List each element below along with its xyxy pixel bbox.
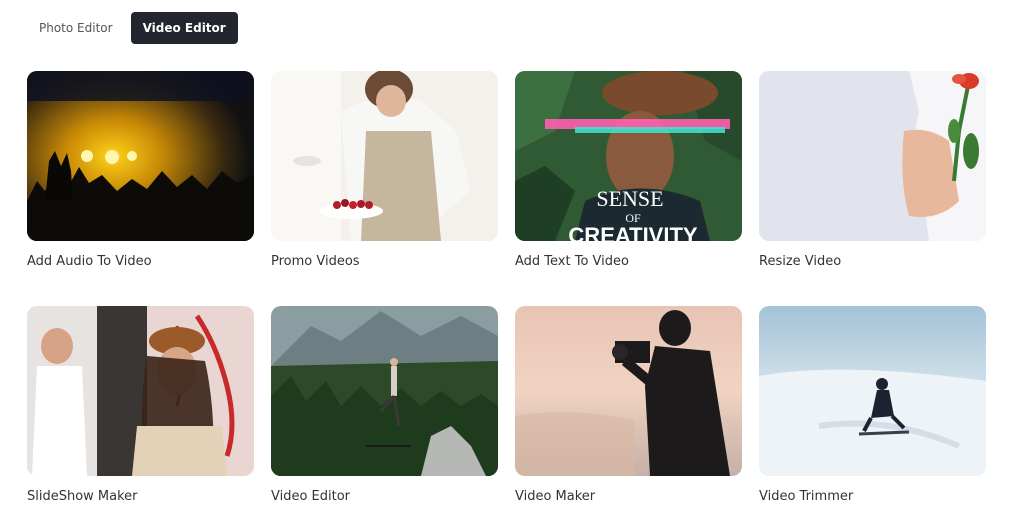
tab-photo-editor[interactable]: Photo Editor (27, 12, 125, 44)
card-label: Add Text To Video (515, 254, 629, 269)
card-resize-video[interactable]: Resize Video (759, 71, 986, 270)
snowboarder-image (759, 306, 986, 476)
concert-crowd-image (27, 71, 254, 241)
card-add-text-to-video[interactable]: SENSE OF CREATIVITY Add Text To Video (515, 71, 742, 270)
card-video-editor[interactable]: Video Editor (271, 306, 498, 505)
hand-holding-flower-image (759, 71, 986, 241)
mountain-forest-yoga-image (271, 306, 498, 476)
card-label: Add Audio To Video (27, 254, 152, 269)
editor-tabs: Photo Editor Video Editor (27, 12, 238, 44)
tool-grid: Add Audio To Video Promo Videos SENSE OF… (27, 71, 986, 505)
woman-baking-image (271, 71, 498, 241)
card-label: Video Maker (515, 489, 596, 504)
card-add-audio-to-video[interactable]: Add Audio To Video (27, 71, 254, 270)
man-with-hat-text-image: SENSE OF CREATIVITY (515, 71, 742, 241)
overlay-text-sense: SENSE (596, 186, 663, 211)
card-promo-videos[interactable]: Promo Videos (271, 71, 498, 270)
card-video-trimmer[interactable]: Video Trimmer (759, 306, 986, 505)
card-label: Promo Videos (271, 254, 360, 269)
tab-video-editor[interactable]: Video Editor (130, 12, 238, 44)
card-slideshow-maker[interactable]: SlideShow Maker (27, 306, 254, 505)
card-video-maker[interactable]: Video Maker (515, 306, 742, 505)
card-label: Resize Video (759, 254, 842, 269)
woman-with-beret-image (27, 306, 254, 476)
photographer-silhouette-image (515, 306, 742, 476)
card-label: Video Trimmer (759, 489, 854, 504)
overlay-text-creativity: CREATIVITY (568, 223, 697, 241)
card-label: SlideShow Maker (27, 489, 138, 504)
card-label: Video Editor (271, 489, 351, 504)
